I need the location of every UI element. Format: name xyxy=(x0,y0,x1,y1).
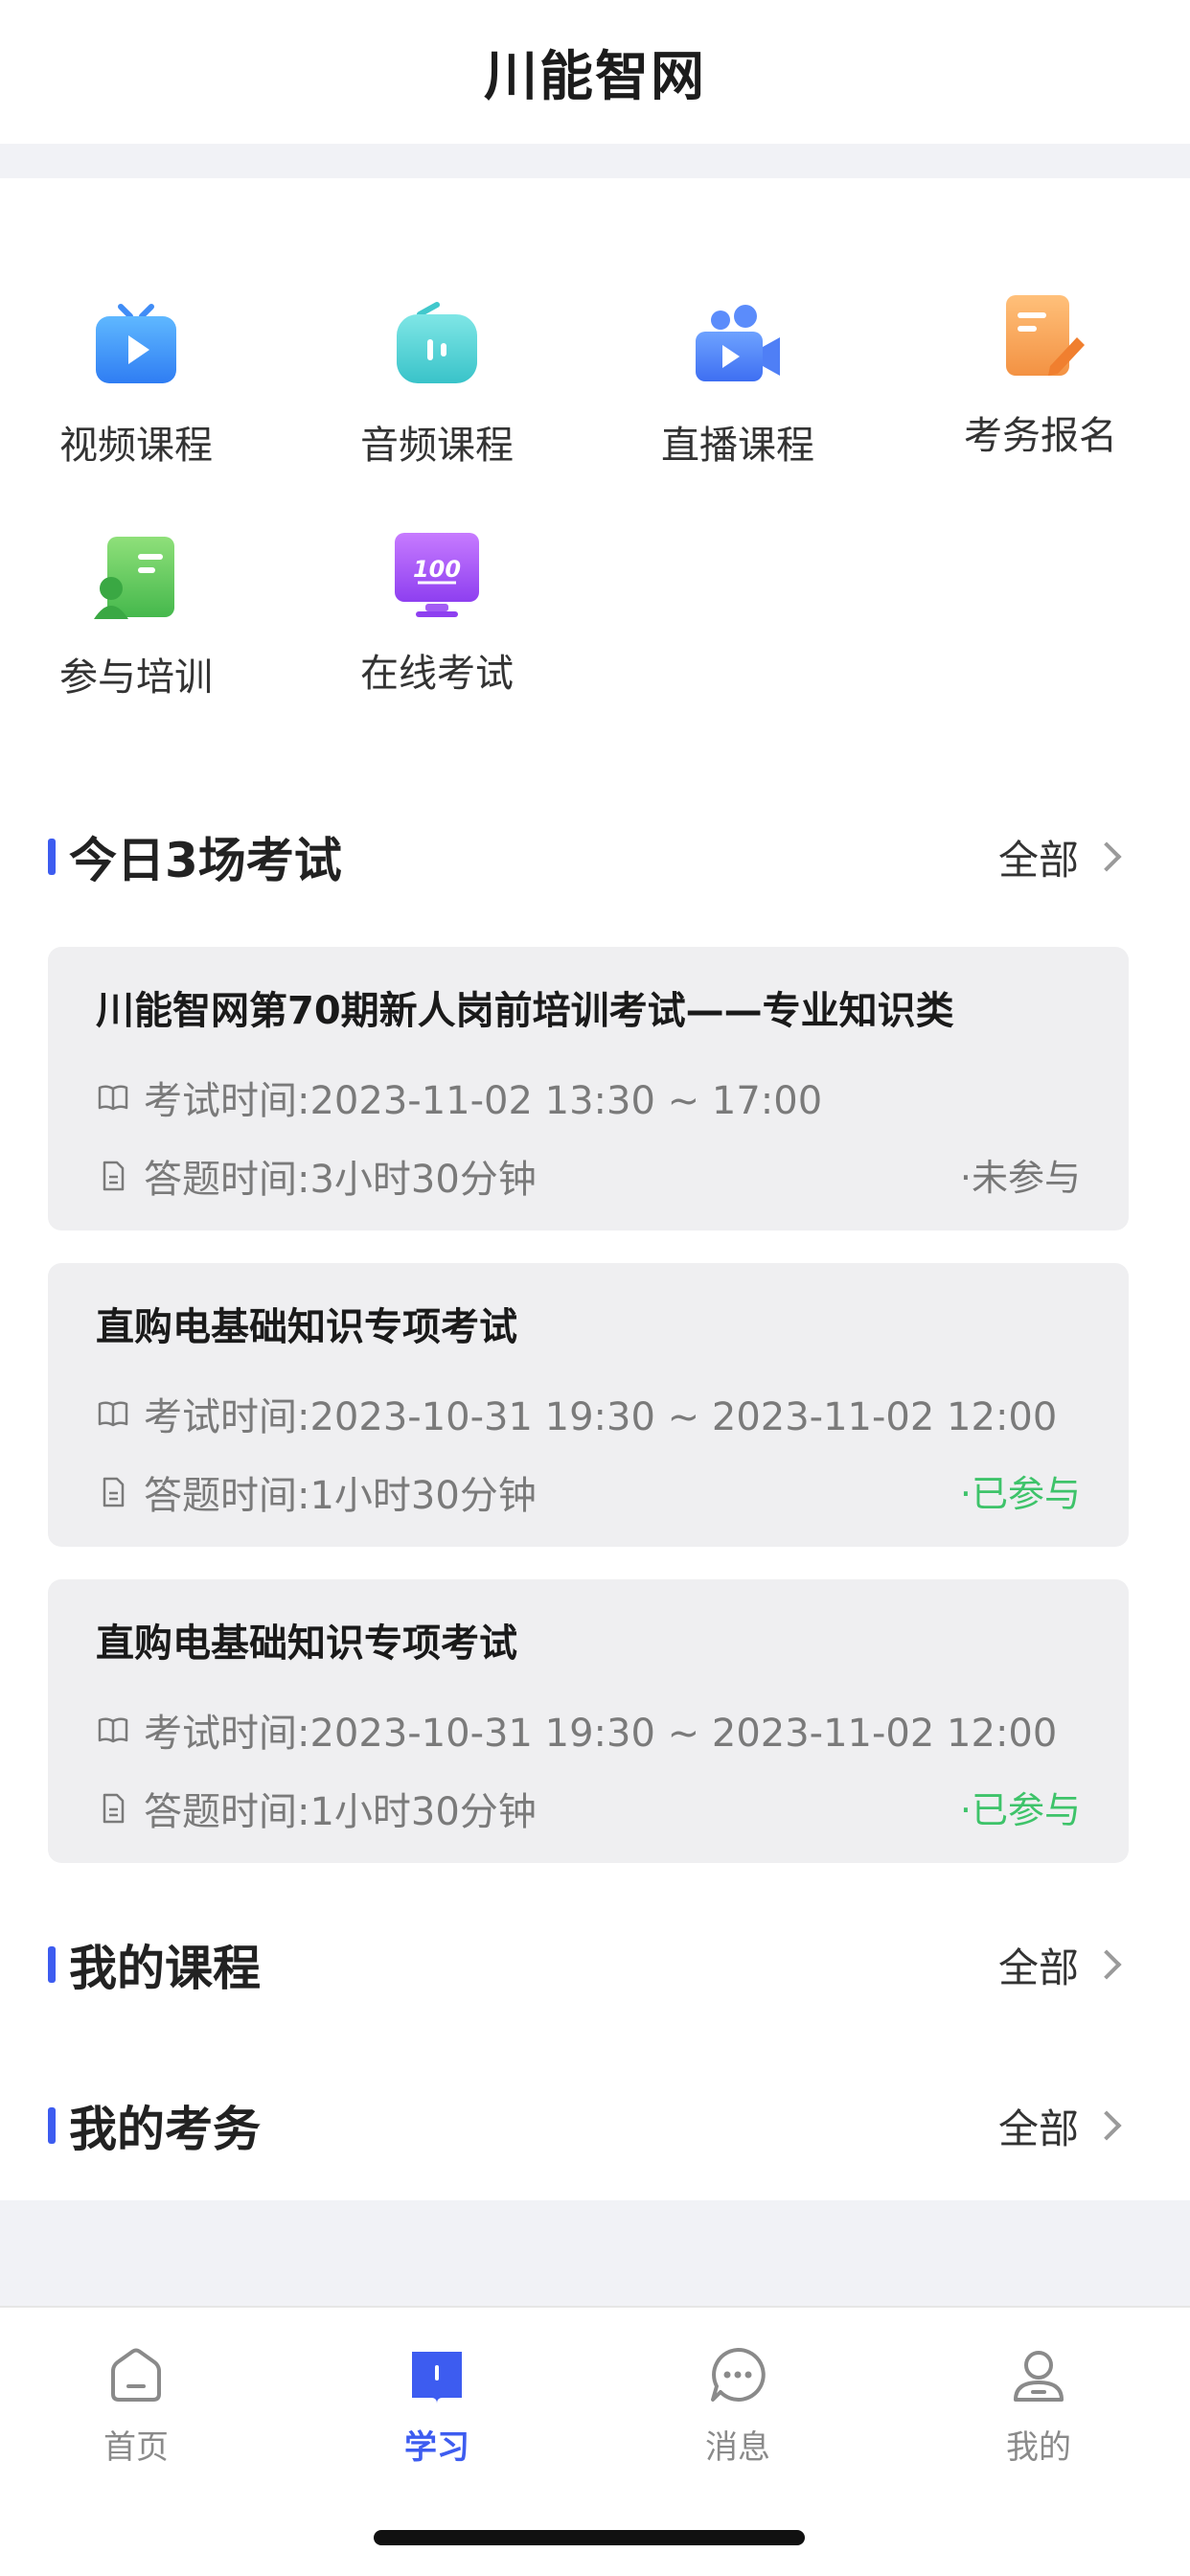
exam-title: 直购电基础知识专项考试 xyxy=(96,1305,517,1349)
section-header-my-courses: 我的课程 全部 xyxy=(0,1926,1190,2003)
status-badge: ·未参与 xyxy=(959,1157,1081,1199)
exam-time-row: 考试时间:2023-11-02 13:30 ~ 17:00 xyxy=(96,1070,822,1125)
view-all-label: 全部 xyxy=(997,2104,1079,2152)
study-book-icon xyxy=(412,2352,462,2404)
quick-entry-training[interactable]: 参与培训 xyxy=(11,533,261,744)
answer-time-text: 答题时间:1小时30分钟 xyxy=(144,1790,537,1834)
quick-entry-audio[interactable]: 音频课程 xyxy=(312,301,561,512)
svg-text:100: 100 xyxy=(413,556,461,583)
page-title: 川能智网 xyxy=(484,45,706,108)
answer-time-text: 答题时间:1小时30分钟 xyxy=(144,1474,537,1518)
training-icon xyxy=(94,537,174,619)
answer-time-row: 答题时间:3小时30分钟 xyxy=(96,1148,537,1204)
tab-label: 学习 xyxy=(404,2428,469,2467)
video-tv-icon xyxy=(96,304,176,383)
tab-label: 我的 xyxy=(1006,2428,1071,2467)
exam-time-row: 考试时间:2023-10-31 19:30 ~ 2023-11-02 12:00 xyxy=(96,1386,1057,1441)
book-open-icon xyxy=(98,1401,128,1427)
view-all-exam-affairs-link[interactable]: 全部 xyxy=(998,2097,1123,2155)
exam-title: 直购电基础知识专项考试 xyxy=(96,1622,517,1666)
profile-icon xyxy=(1014,2351,1064,2402)
view-all-label: 全部 xyxy=(997,836,1079,884)
tab-messages[interactable]: 消息 xyxy=(642,2344,834,2468)
online-exam-icon: 100 xyxy=(395,533,479,617)
divider-gap xyxy=(0,2200,1190,2306)
answer-time-text: 答题时间:3小时30分钟 xyxy=(144,1158,537,1202)
quick-entry-label: 参与培训 xyxy=(59,656,213,700)
quick-entry-grid: 视频课程 音频课程 直播课程 考务报名 参与培训 100 在线考试 xyxy=(0,178,1190,753)
quick-entry-online-exam[interactable]: 100 在线考试 xyxy=(312,529,561,740)
divider-gap xyxy=(0,144,1190,178)
quick-entry-label: 视频课程 xyxy=(59,424,213,468)
status-badge: ·已参与 xyxy=(959,1789,1081,1831)
tab-profile[interactable]: 我的 xyxy=(943,2344,1134,2468)
view-all-label: 全部 xyxy=(997,1944,1079,1991)
section-accent-bar xyxy=(48,839,56,875)
section-title: 我的考务 xyxy=(69,2102,261,2157)
quick-entry-label: 音频课程 xyxy=(360,424,514,468)
signup-edit-icon xyxy=(1006,295,1085,376)
chevron-right-icon xyxy=(1091,1949,1122,1980)
document-icon xyxy=(103,1793,125,1824)
quick-entry-video[interactable]: 视频课程 xyxy=(11,301,261,512)
exam-time-text: 考试时间:2023-10-31 19:30 ~ 2023-11-02 12:00 xyxy=(144,1712,1058,1756)
exam-card[interactable]: 川能智网第70期新人岗前培训考试——专业知识类 考试时间:2023-11-02 … xyxy=(48,947,1129,1230)
tab-study[interactable]: 学习 xyxy=(341,2344,533,2468)
home-icon xyxy=(111,2348,161,2402)
view-all-exams-link[interactable]: 全部 xyxy=(998,828,1123,886)
exam-time-row: 考试时间:2023-10-31 19:30 ~ 2023-11-02 12:00 xyxy=(96,1702,1057,1758)
section-accent-bar xyxy=(48,1946,56,1983)
audio-icon xyxy=(397,302,477,383)
exam-card[interactable]: 直购电基础知识专项考试 考试时间:2023-10-31 19:30 ~ 2023… xyxy=(48,1263,1129,1547)
section-accent-bar xyxy=(48,2107,56,2144)
section-header-my-exam-affairs: 我的考务 全部 xyxy=(0,2087,1190,2164)
tab-label: 消息 xyxy=(705,2428,770,2467)
exam-time-text: 考试时间:2023-10-31 19:30 ~ 2023-11-02 12:00 xyxy=(144,1395,1058,1439)
quick-entry-live[interactable]: 直播课程 xyxy=(613,301,862,512)
document-icon xyxy=(103,1161,125,1191)
section-header-today-exams: 今日3场考试 全部 xyxy=(0,818,1190,895)
view-all-courses-link[interactable]: 全部 xyxy=(998,1936,1123,1994)
home-indicator xyxy=(374,2530,805,2545)
message-icon xyxy=(711,2347,766,2402)
exam-title: 川能智网第70期新人岗前培训考试——专业知识类 xyxy=(96,989,954,1033)
quick-entry-label: 直播课程 xyxy=(661,424,814,468)
answer-time-row: 答题时间:1小时30分钟 xyxy=(96,1464,537,1520)
tab-label: 首页 xyxy=(103,2428,169,2467)
chevron-right-icon xyxy=(1091,841,1122,872)
status-badge: ·已参与 xyxy=(959,1473,1081,1515)
section-title: 今日3场考试 xyxy=(69,833,342,888)
book-open-icon xyxy=(98,1717,128,1743)
exam-card[interactable]: 直购电基础知识专项考试 考试时间:2023-10-31 19:30 ~ 2023… xyxy=(48,1579,1129,1863)
quick-entry-label: 在线考试 xyxy=(360,652,514,696)
nav-bar: 川能智网 xyxy=(0,0,1190,144)
document-icon xyxy=(103,1477,125,1507)
chevron-right-icon xyxy=(1091,2110,1122,2141)
live-camera-icon xyxy=(696,305,780,381)
quick-entry-signup[interactable]: 考务报名 xyxy=(916,291,1165,502)
exam-time-text: 考试时间:2023-11-02 13:30 ~ 17:00 xyxy=(144,1079,823,1123)
answer-time-row: 答题时间:1小时30分钟 xyxy=(96,1781,537,1836)
tab-home[interactable]: 首页 xyxy=(40,2344,232,2468)
quick-entry-label: 考务报名 xyxy=(964,414,1117,458)
section-title: 我的课程 xyxy=(69,1941,261,1996)
book-open-icon xyxy=(98,1085,128,1111)
